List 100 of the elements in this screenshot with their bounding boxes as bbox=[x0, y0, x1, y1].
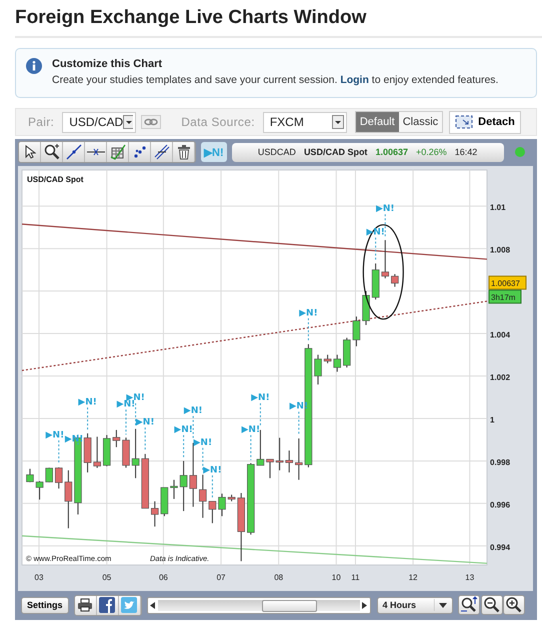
news-marker[interactable]: ▶N! bbox=[136, 417, 154, 428]
ticker-symbol: USDCAD bbox=[258, 147, 296, 157]
data-source-label: Data Source: bbox=[181, 115, 255, 129]
price-tag: 1.00637 bbox=[488, 276, 526, 290]
leader-line bbox=[202, 447, 204, 472]
candlestick bbox=[372, 262, 380, 300]
grid-icon bbox=[110, 144, 126, 160]
y-axis-label: 1.002 bbox=[490, 373, 510, 382]
y-axis-label: 1 bbox=[490, 415, 494, 424]
scroll-thumb[interactable] bbox=[262, 600, 317, 612]
news-marker[interactable]: ▶N! bbox=[203, 465, 222, 476]
pair-label: Pair: bbox=[28, 115, 54, 129]
zoom-in-icon bbox=[504, 596, 523, 614]
scrollbar[interactable] bbox=[146, 596, 371, 614]
window-icon bbox=[455, 115, 474, 129]
candlestick bbox=[54, 466, 63, 490]
detach-button[interactable]: Detach bbox=[449, 110, 521, 134]
news-marker[interactable]: ▶N! bbox=[299, 308, 318, 318]
leader-line bbox=[183, 434, 184, 458]
leader-line bbox=[250, 434, 252, 461]
news-marker[interactable]: ▶N! bbox=[194, 438, 212, 448]
facebook-button[interactable] bbox=[96, 596, 119, 614]
news-marker[interactable]: ▶N! bbox=[251, 393, 270, 404]
data-source-select[interactable]: FXCM bbox=[262, 112, 347, 132]
dropdown-arrow-icon bbox=[123, 115, 134, 129]
candlestick bbox=[218, 493, 226, 517]
y-axis-label: 0.998 bbox=[490, 458, 510, 467]
candlestick bbox=[102, 434, 111, 467]
candlestick bbox=[314, 354, 322, 385]
leader-line bbox=[58, 440, 60, 465]
candlestick bbox=[141, 453, 149, 509]
line-tool-button[interactable] bbox=[63, 142, 85, 162]
leader-line bbox=[135, 402, 136, 426]
leader-line bbox=[298, 411, 300, 436]
x-axis-label: 07 bbox=[216, 573, 226, 582]
leader-line bbox=[384, 214, 386, 238]
candlestick bbox=[266, 458, 274, 479]
parallel-lines-icon bbox=[154, 144, 170, 160]
candlestick bbox=[26, 468, 34, 483]
candlestick bbox=[112, 429, 120, 448]
candlestick bbox=[122, 437, 130, 468]
pointer-tool-button[interactable] bbox=[19, 142, 41, 162]
settings-button[interactable]: Settings bbox=[21, 596, 69, 614]
news-marker[interactable]: ▶N! bbox=[174, 425, 193, 436]
leader-line bbox=[260, 402, 261, 428]
news-marker[interactable]: ▶N! bbox=[78, 397, 97, 408]
candlestick bbox=[333, 354, 342, 372]
leader-line bbox=[308, 318, 309, 342]
candlestick bbox=[170, 479, 178, 500]
ticker-price: 1.00637 bbox=[375, 147, 408, 157]
notice-text: Create your studies templates and save your current session. Login to enjoy extended features. bbox=[52, 74, 498, 86]
chart-title: USD/CAD Spot bbox=[27, 175, 84, 184]
leader-line bbox=[192, 415, 194, 440]
grid-tool-button[interactable] bbox=[107, 142, 129, 162]
x-axis-label: 10 bbox=[332, 573, 341, 582]
candlestick bbox=[93, 436, 101, 468]
candlestick bbox=[150, 500, 159, 528]
points-tool-button[interactable] bbox=[129, 142, 151, 162]
candlestick bbox=[324, 354, 332, 364]
candlestick bbox=[160, 486, 168, 517]
link-icon[interactable] bbox=[141, 115, 162, 129]
autoscale-button[interactable] bbox=[458, 595, 480, 615]
pair-select[interactable]: USD/CAD bbox=[62, 112, 136, 132]
login-link[interactable]: Login bbox=[340, 74, 369, 86]
timeframe-select[interactable]: 4 Hours bbox=[376, 596, 453, 614]
twitter-button[interactable] bbox=[118, 596, 141, 614]
candlestick bbox=[132, 428, 140, 479]
leader-line bbox=[87, 406, 88, 431]
y-axis-label: 0.994 bbox=[490, 542, 510, 552]
leader-line bbox=[144, 426, 146, 452]
candlestick bbox=[276, 437, 284, 471]
news-marker[interactable]: ▶N! bbox=[46, 430, 64, 440]
parallel-lines-tool-button[interactable] bbox=[151, 142, 173, 162]
print-button[interactable] bbox=[74, 596, 97, 614]
candlestick bbox=[208, 500, 216, 524]
news-marker[interactable]: ▶N! bbox=[116, 400, 136, 410]
candlestick bbox=[36, 480, 44, 500]
news-marker[interactable]: ▶N! bbox=[242, 425, 260, 436]
facebook-icon bbox=[99, 597, 116, 613]
candlestick bbox=[381, 240, 390, 279]
candlestick bbox=[199, 474, 207, 518]
zoom-in-button[interactable] bbox=[502, 595, 525, 615]
scroll-left-icon[interactable] bbox=[150, 602, 156, 608]
news-button[interactable]: ▶N! bbox=[201, 142, 227, 162]
news-marker[interactable]: ▶N! bbox=[184, 406, 202, 416]
candlestick bbox=[352, 316, 360, 347]
news-marker[interactable]: ▶N! bbox=[376, 204, 394, 214]
zoom-out-icon bbox=[482, 596, 501, 614]
zoom-out-button[interactable] bbox=[480, 595, 503, 615]
zoom-icon bbox=[44, 144, 60, 160]
info-icon bbox=[26, 58, 42, 74]
delete-tool-button[interactable] bbox=[173, 142, 195, 162]
scroll-right-icon[interactable] bbox=[362, 602, 368, 608]
horizontal-line-tool-button[interactable] bbox=[85, 142, 107, 162]
style-tab[interactable]: Default bbox=[356, 112, 399, 132]
dropdown-arrow-icon bbox=[434, 599, 450, 611]
candlestick bbox=[285, 450, 293, 473]
zoom-tool-button[interactable] bbox=[41, 142, 63, 162]
candlestick bbox=[295, 438, 303, 480]
y-axis-label: 1.01 bbox=[490, 203, 506, 212]
